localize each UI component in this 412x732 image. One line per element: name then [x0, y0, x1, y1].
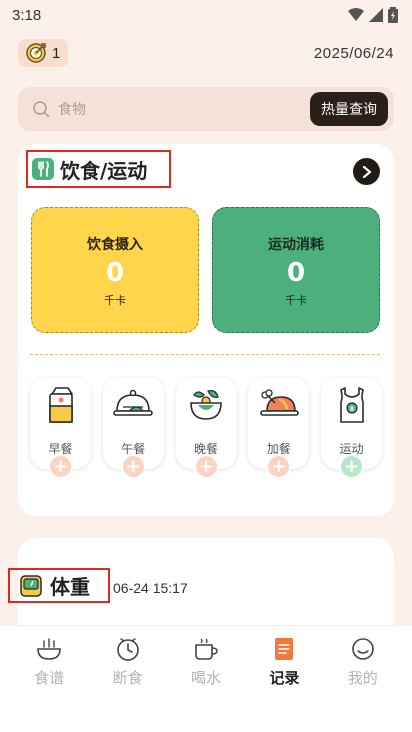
- meal-lunch[interactable]: 午餐 +: [102, 377, 164, 479]
- wifi-icon: [348, 8, 364, 21]
- tab-records[interactable]: 记录: [249, 636, 319, 732]
- bottom-tab-bar: 食谱 断食 喝水 记录 我的: [0, 625, 412, 732]
- burn-summary[interactable]: 运动消耗 0 千卡: [212, 207, 380, 333]
- clock-icon: [115, 636, 141, 662]
- weight-timestamp: 06-24 15:17: [113, 580, 188, 596]
- dashed-divider: [30, 354, 380, 355]
- add-dinner-button[interactable]: +: [193, 454, 219, 479]
- search-icon: [33, 101, 50, 118]
- tab-recipes[interactable]: 食谱: [14, 636, 84, 732]
- streak-badge[interactable]: 1: [18, 39, 69, 67]
- tank-top-icon: 8: [337, 385, 367, 425]
- status-time: 3:18: [12, 6, 42, 24]
- food-search-bar[interactable]: 食物 热量查询: [18, 87, 394, 131]
- add-snack-button[interactable]: +: [266, 454, 292, 479]
- meal-exercise[interactable]: 8 运动 +: [321, 377, 382, 479]
- status-icons: [348, 7, 398, 23]
- salad-bowl-icon: [188, 385, 224, 425]
- tab-label: 断食: [112, 669, 143, 687]
- intake-unit: 千卡: [104, 294, 126, 307]
- meal-breakfast[interactable]: 早餐 +: [30, 377, 91, 479]
- target-icon: [26, 43, 46, 63]
- diet-exercise-title: 饮食/运动: [60, 158, 148, 183]
- cup-icon: [193, 636, 219, 662]
- weight-header: 体重: [8, 568, 110, 603]
- fork-icon: [32, 158, 54, 180]
- diet-exercise-header: 饮食/运动: [26, 150, 171, 188]
- svg-text:8: 8: [350, 406, 354, 413]
- dish-cloche-icon: [113, 385, 154, 425]
- tab-label: 食谱: [34, 669, 65, 687]
- tab-fasting[interactable]: 断食: [93, 636, 163, 732]
- burn-label: 运动消耗: [268, 237, 324, 253]
- calorie-lookup-button[interactable]: 热量查询: [310, 92, 388, 126]
- milk-carton-icon: [46, 385, 76, 425]
- tab-profile[interactable]: 我的: [328, 636, 398, 732]
- add-breakfast-button[interactable]: +: [48, 454, 73, 479]
- tab-label: 喝水: [190, 669, 221, 687]
- add-lunch-button[interactable]: +: [120, 454, 146, 479]
- add-exercise-button[interactable]: +: [339, 454, 364, 479]
- weight-card[interactable]: 体重 06-24 15:17: [8, 538, 394, 625]
- chevron-right-icon[interactable]: [353, 158, 380, 185]
- notebook-icon: [271, 636, 297, 662]
- smile-icon: [350, 636, 376, 662]
- intake-summary[interactable]: 饮食摄入 0 千卡: [31, 207, 199, 333]
- top-bar: 1 2025/06/24: [0, 30, 412, 76]
- intake-value: 0: [105, 258, 125, 288]
- status-bar: 3:18: [0, 0, 412, 30]
- streak-count: 1: [52, 44, 61, 62]
- roast-chicken-icon: [259, 385, 299, 425]
- meal-list: 早餐 + 午餐 + 晚餐 + 加餐 + 8 运动 +: [30, 377, 382, 479]
- meal-dinner[interactable]: 晚餐 +: [175, 377, 237, 479]
- burn-value: 0: [286, 258, 306, 288]
- signal-icon: [369, 8, 383, 22]
- app-screen: 3:18 1 2025/06/24 食物 热量查询 饮食/运动 饮食摄入 0 千…: [0, 0, 412, 625]
- scale-icon: [20, 574, 42, 597]
- tab-label: 记录: [269, 669, 300, 687]
- tab-label: 我的: [347, 669, 378, 687]
- tab-water[interactable]: 喝水: [171, 636, 241, 732]
- search-input[interactable]: 食物: [58, 99, 310, 119]
- diet-exercise-card: 饮食/运动 饮食摄入 0 千卡 运动消耗 0 千卡 早餐 + 午餐 + 晚餐 +…: [18, 144, 394, 516]
- weight-title: 体重: [50, 575, 90, 599]
- current-date[interactable]: 2025/06/24: [314, 45, 394, 62]
- meal-snack[interactable]: 加餐 +: [248, 377, 310, 479]
- intake-label: 饮食摄入: [87, 237, 143, 253]
- battery-icon: [388, 7, 398, 23]
- bowl-icon: [36, 636, 62, 662]
- burn-unit: 千卡: [285, 294, 307, 307]
